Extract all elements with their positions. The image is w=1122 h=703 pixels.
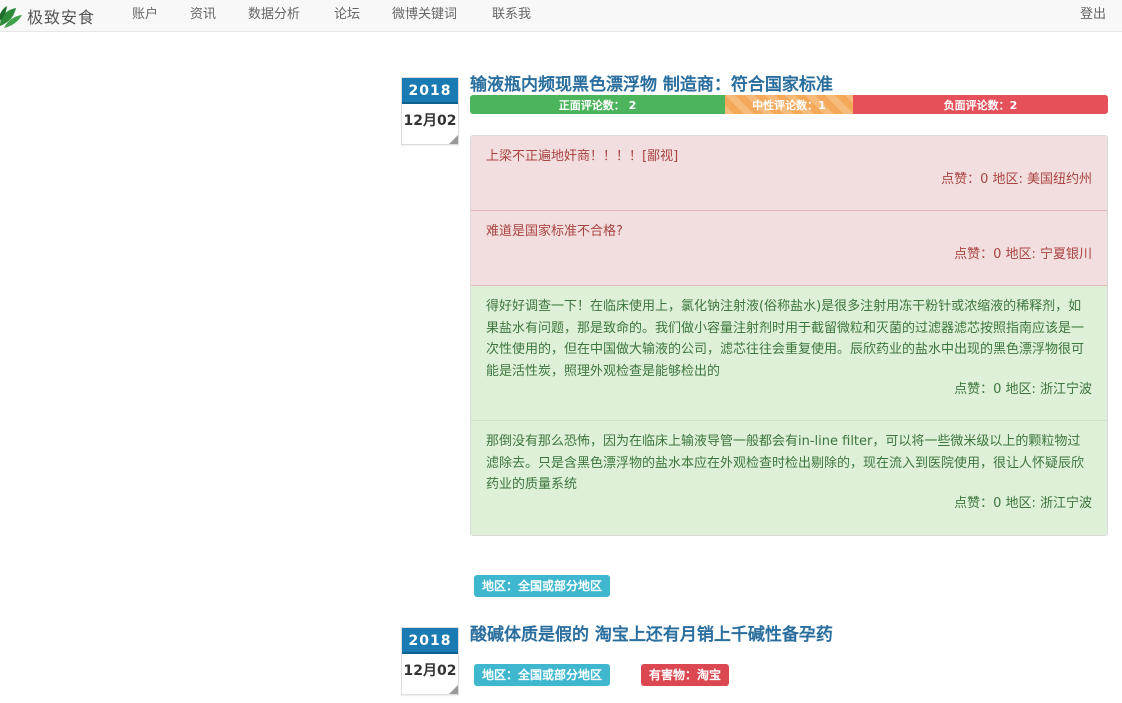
hazard-label[interactable]: 有害物：淘宝 [641, 664, 730, 686]
region-label[interactable]: 地区：全国或部分地区 [474, 664, 611, 686]
comment-text: 难道是国家标准不合格? [486, 224, 623, 239]
comment-meta: 点赞：0 地区: 美国纽约州 [941, 172, 1092, 187]
negative-count-bar: 负面评论数：2 [853, 95, 1108, 114]
region-label[interactable]: 地区：全国或部分地区 [474, 575, 611, 597]
comment-item: 上梁不正遍地奸商！！！！[鄙视] 点赞：0 地区: 美国纽约州 [471, 136, 1107, 211]
neutral-count-bar: 中性评论数：1 [725, 95, 853, 114]
comment-item: 那倒没有那么恐怖，因为在临床上输液导管一般都会有in-line filter，可… [471, 421, 1107, 535]
comment-meta: 点赞：0 地区: 浙江宁波 [954, 496, 1092, 511]
comment-item: 得好好调查一下！在临床使用上，氯化钠注射液(俗称盐水)是很多注射用冻干粉针或浓缩… [471, 286, 1107, 421]
comment-list: 上梁不正遍地奸商！！！！[鄙视] 点赞：0 地区: 美国纽约州 难道是国家标准不… [470, 135, 1108, 536]
nav-item-contact[interactable]: 联系我 [492, 0, 531, 32]
top-navbar: 极致安食 账户 资讯 数据分析 论坛 微博关键词 联系我 登出 [0, 0, 1122, 32]
nav-item-weibo-keywords[interactable]: 微博关键词 [392, 0, 457, 32]
brand-name: 极致安食 [27, 8, 96, 27]
positive-count-bar: 正面评论数： 2 [470, 95, 725, 114]
nav-item-news[interactable]: 资讯 [190, 0, 216, 32]
leaf-logo-icon [0, 6, 22, 28]
page-fold [449, 685, 458, 694]
page-fold [449, 135, 458, 144]
comment-text: 得好好调查一下！在临床使用上，氯化钠注射液(俗称盐水)是很多注射用冻干粉针或浓缩… [486, 299, 1085, 379]
comment-text: 那倒没有那么恐怖，因为在临床上输液导管一般都会有in-line filter，可… [486, 434, 1085, 492]
brand[interactable]: 极致安食 [0, 0, 95, 32]
comment-meta: 点赞：0 地区: 浙江宁波 [954, 382, 1092, 397]
comment-item: 难道是国家标准不合格? 点赞：0 地区: 宁夏银川 [471, 211, 1107, 286]
article-title[interactable]: 输液瓶内频现黑色漂浮物 制造商：符合国家标准 [470, 70, 833, 95]
comment-meta: 点赞：0 地区: 宁夏银川 [954, 247, 1092, 262]
date-year: 2018 [402, 78, 458, 104]
nav-item-forum[interactable]: 论坛 [334, 0, 360, 32]
sentiment-bar: 正面评论数： 2 中性评论数：1 负面评论数：2 [470, 95, 1108, 114]
date-badge: 2018 12月02 [401, 627, 459, 695]
nav-item-data-analysis[interactable]: 数据分析 [248, 0, 300, 32]
date-year: 2018 [402, 628, 458, 654]
logout-link[interactable]: 登出 [1080, 0, 1106, 32]
nav-item-account[interactable]: 账户 [132, 0, 158, 32]
article-title[interactable]: 酸碱体质是假的 淘宝上还有月销上千碱性备孕药 [470, 620, 833, 645]
comment-text: 上梁不正遍地奸商！！！！[鄙视] [486, 149, 679, 164]
date-badge: 2018 12月02 [401, 77, 459, 145]
